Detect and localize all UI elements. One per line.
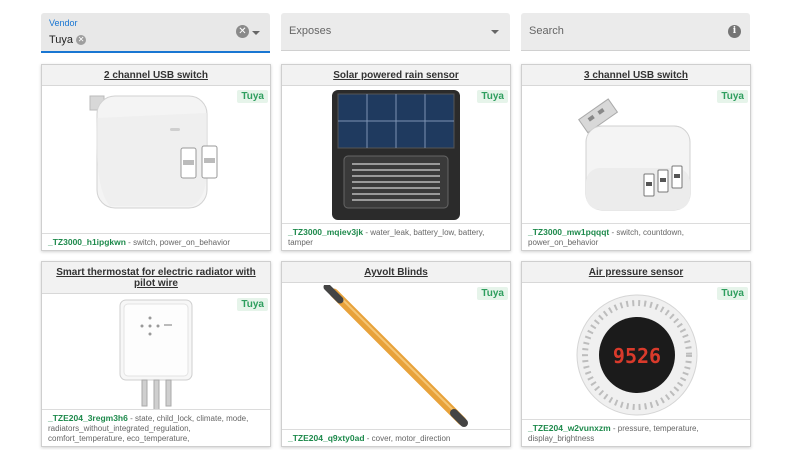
device-title[interactable]: 3 channel USB switch: [522, 65, 750, 86]
device-image: [332, 90, 460, 220]
device-image: [119, 299, 193, 411]
device-footer: _TZE204_w2vunxzm - pressure, temperature…: [522, 419, 750, 446]
chevron-down-icon[interactable]: [252, 31, 260, 35]
vendor-badge: Tuya: [477, 90, 508, 103]
device-title[interactable]: 2 channel USB switch: [42, 65, 270, 86]
exposes-separator: -: [127, 414, 135, 423]
search-placeholder: Search: [529, 25, 564, 37]
device-footer: _TZE204_3regm3h6 - state, child_lock, cl…: [42, 409, 270, 446]
vendor-badge: Tuya: [717, 90, 748, 103]
vendor-badge: Tuya: [237, 90, 268, 103]
device-title[interactable]: Ayvolt Blinds: [282, 262, 510, 283]
vendor-filter[interactable]: Vendor Tuya ✕ ✕: [41, 13, 270, 53]
device-card[interactable]: Solar powered rain sensor Tuya _TZ3000_m…: [281, 64, 511, 251]
vendor-chip[interactable]: Tuya ✕: [49, 32, 87, 47]
device-exposes: cover, motor_direction: [371, 434, 451, 443]
device-title[interactable]: Smart thermostat for electric radiator w…: [42, 262, 270, 294]
device-card[interactable]: Smart thermostat for electric radiator w…: [41, 261, 271, 447]
exposes-placeholder: Exposes: [289, 25, 332, 37]
device-card[interactable]: Air pressure sensor 9526 Tuya _TZE204_w2…: [521, 261, 751, 447]
vendor-filter-label: Vendor: [49, 18, 78, 28]
exposes-filter[interactable]: Exposes: [281, 13, 510, 51]
device-image: 9526: [576, 294, 698, 416]
device-title[interactable]: Solar powered rain sensor: [282, 65, 510, 86]
device-footer: _TZ3000_mw1pqqqt - switch, countdown, po…: [522, 223, 750, 250]
exposes-separator: -: [125, 238, 134, 247]
device-footer: _TZ3000_h1ipgkwn - switch, power_on_beha…: [42, 233, 270, 250]
sensor-display-reading: 9526: [613, 344, 661, 368]
device-card[interactable]: 3 channel USB switch Tuya _TZ3000_mw1pqq…: [521, 64, 751, 251]
vendor-chip-label: Tuya: [49, 33, 74, 46]
device-model[interactable]: _TZ3000_h1ipgkwn: [48, 237, 126, 247]
search-field[interactable]: Search i: [521, 13, 750, 51]
chip-delete-icon[interactable]: ✕: [76, 34, 87, 45]
vendor-badge: Tuya: [237, 298, 268, 311]
device-title[interactable]: Air pressure sensor: [522, 262, 750, 283]
vendor-badge: Tuya: [477, 287, 508, 300]
device-card[interactable]: Ayvolt Blinds Tuya _TZE204_q9xty0ad - co…: [281, 261, 511, 447]
device-footer: _TZE204_q9xty0ad - cover, motor_directio…: [282, 429, 510, 446]
exposes-separator: -: [610, 424, 618, 433]
device-card[interactable]: 2 channel USB switch Tuya _TZ3000_h1ipgk…: [41, 64, 271, 251]
vendor-badge: Tuya: [717, 287, 748, 300]
device-exposes: switch, power_on_behavior: [133, 238, 231, 247]
info-icon[interactable]: i: [728, 25, 741, 38]
exposes-separator: -: [364, 434, 372, 443]
device-model[interactable]: _TZE204_w2vunxzm: [528, 423, 611, 433]
device-image: [323, 283, 468, 427]
device-model[interactable]: _TZE204_q9xty0ad: [288, 433, 365, 443]
clear-icon[interactable]: ✕: [236, 25, 249, 38]
device-image: [89, 95, 218, 209]
device-model[interactable]: _TZE204_3regm3h6: [48, 413, 128, 423]
device-footer: _TZ3000_mqiev3jk - water_leak, battery_l…: [282, 223, 510, 250]
device-model[interactable]: _TZ3000_mqiev3jk: [288, 227, 363, 237]
chevron-down-icon[interactable]: [491, 30, 499, 34]
device-model[interactable]: _TZ3000_mw1pqqqt: [528, 227, 609, 237]
device-image: [578, 98, 691, 211]
